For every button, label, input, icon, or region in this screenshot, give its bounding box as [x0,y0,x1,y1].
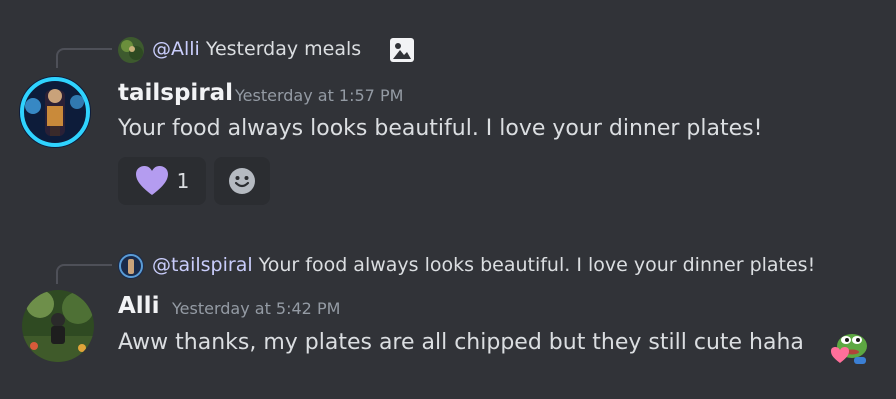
reply-avatar-alli[interactable] [118,37,144,63]
image-icon [389,37,415,63]
timestamp: Yesterday at 1:57 PM [235,86,404,105]
timestamp: Yesterday at 5:42 PM [172,299,341,318]
reply-mention[interactable]: @tailspiral [152,254,253,276]
reply-preview[interactable]: @Alli Yesterday meals [152,38,361,60]
reply-connector [56,264,112,284]
reply-content: Your food always looks beautiful. I love… [258,254,816,276]
reply-preview[interactable]: @tailspiral Your food always looks beaut… [152,254,815,276]
add-reaction-icon [228,167,256,195]
pepe-heart-emoji [830,330,868,364]
reply-connector [56,48,112,68]
purple-heart-icon [135,166,169,196]
username[interactable]: tailspiral [118,80,233,106]
add-reaction-button[interactable] [214,157,270,205]
reaction-count: 1 [176,169,190,193]
message-text: Your food always looks beautiful. I love… [118,116,763,141]
reaction-heart[interactable]: 1 [118,157,206,205]
reply-content: Yesterday meals [205,38,362,60]
avatar-tailspiral[interactable] [19,76,91,148]
username[interactable]: Alli [118,293,159,319]
reply-avatar-tailspiral[interactable] [118,253,144,279]
avatar-alli[interactable] [22,290,94,362]
reply-mention[interactable]: @Alli [152,38,200,60]
message-text: Aww thanks, my plates are all chipped bu… [118,330,804,355]
